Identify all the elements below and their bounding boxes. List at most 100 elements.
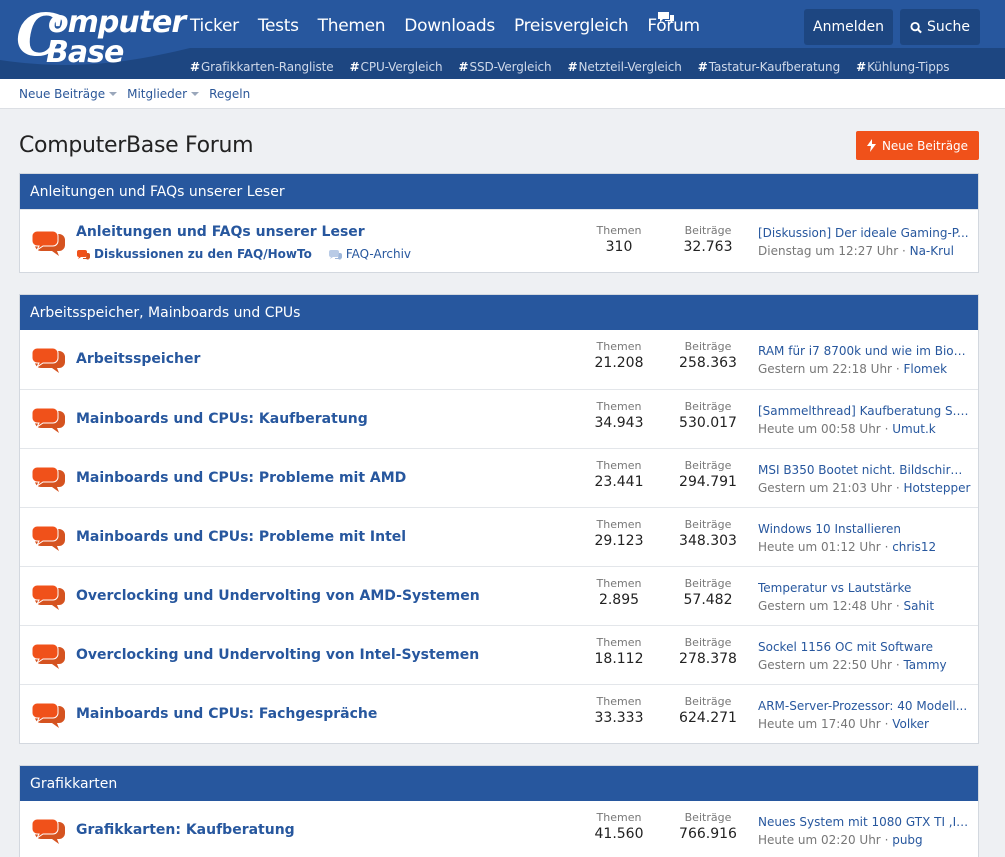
latest-thread-link[interactable]: [Diskussion] Der ideale Gaming-P... bbox=[758, 226, 970, 240]
forum-title[interactable]: Arbeitsspeicher bbox=[76, 351, 200, 367]
latest-post: RAM für i7 8700k und wie im Bios ... Ges… bbox=[758, 344, 970, 376]
stat-themen: Themen 33.333 bbox=[594, 695, 644, 726]
tag-grafikkarten-rangliste[interactable]: #Grafikkarten-Rangliste bbox=[190, 60, 334, 74]
latest-time[interactable]: Gestern um 12:48 Uhr bbox=[758, 599, 892, 613]
subforum-bubble-icon bbox=[77, 249, 90, 260]
latest-user-link[interactable]: Sahit bbox=[903, 599, 934, 613]
main-nav: Ticker Tests Themen Downloads Preisvergl… bbox=[190, 16, 700, 36]
nav-tests[interactable]: Tests bbox=[258, 16, 299, 36]
forum-bubbles-icon bbox=[31, 407, 65, 433]
nav-preisvergleich[interactable]: Preisvergleich bbox=[514, 16, 629, 36]
forum-title[interactable]: Overclocking und Undervolting von AMD-Sy… bbox=[76, 588, 480, 604]
latest-post: [Diskussion] Der ideale Gaming-P... Dien… bbox=[758, 226, 970, 258]
computerbase-logo[interactable]: C omputer Base bbox=[16, 1, 186, 75]
subforum-link[interactable]: Diskussionen zu den FAQ/HowTo bbox=[76, 247, 312, 261]
latest-time[interactable]: Heute um 01:12 Uhr bbox=[758, 540, 881, 554]
title-bar: ComputerBase Forum Neue Beiträge bbox=[0, 109, 1005, 173]
stat-beitraege: Beiträge 530.017 bbox=[679, 400, 737, 431]
latest-user-link[interactable]: Hotstepper bbox=[903, 481, 970, 495]
latest-time[interactable]: Gestern um 22:18 Uhr bbox=[758, 362, 892, 376]
tag-kuehlung-tipps[interactable]: #Kühlung-Tipps bbox=[856, 60, 949, 74]
forum-bubbles-icon bbox=[31, 525, 65, 551]
new-posts-button[interactable]: Neue Beiträge bbox=[856, 131, 979, 160]
subforum-list: Diskussionen zu den FAQ/HowTo FAQ-Archiv bbox=[76, 247, 411, 261]
subnav-members[interactable]: Mitglieder bbox=[127, 87, 200, 101]
forum-title[interactable]: Grafikkarten: Kaufberatung bbox=[76, 822, 295, 838]
forum-node: Overclocking und Undervolting von AMD-Sy… bbox=[20, 566, 978, 625]
latest-user-link[interactable]: chris12 bbox=[892, 540, 936, 554]
latest-thread-link[interactable]: RAM für i7 8700k und wie im Bios ... bbox=[758, 344, 970, 358]
category-block: Arbeitsspeicher, Mainboards und CPUs Arb… bbox=[19, 294, 979, 744]
stat-themen: Themen 23.441 bbox=[594, 459, 644, 490]
latest-post: Temperatur vs Lautstärke Gestern um 12:4… bbox=[758, 581, 970, 613]
nav-ticker[interactable]: Ticker bbox=[190, 16, 239, 36]
latest-time[interactable]: Heute um 17:40 Uhr bbox=[758, 717, 881, 731]
forum-bubbles-icon bbox=[31, 584, 65, 610]
forum-title[interactable]: Mainboards und CPUs: Fachgespräche bbox=[76, 706, 377, 722]
stat-themen: Themen 310 bbox=[596, 224, 642, 255]
latest-thread-link[interactable]: Temperatur vs Lautstärke bbox=[758, 581, 970, 595]
search-button[interactable]: Suche bbox=[900, 9, 980, 45]
stat-themen: Themen 18.112 bbox=[594, 636, 644, 667]
tag-cpu-vergleich[interactable]: #CPU-Vergleich bbox=[350, 60, 443, 74]
latest-user-link[interactable]: Tammy bbox=[903, 658, 946, 672]
forum-node: Grafikkarten: Kaufberatung Themen 41.560… bbox=[20, 801, 978, 857]
subforum-link[interactable]: FAQ-Archiv bbox=[328, 247, 411, 261]
site-header: C omputer Base Ticker Tests Themen Downl… bbox=[0, 0, 1005, 79]
stat-themen: Themen 29.123 bbox=[594, 518, 644, 549]
latest-post: Sockel 1156 OC mit Software Gestern um 2… bbox=[758, 640, 970, 672]
latest-time[interactable]: Heute um 00:58 Uhr bbox=[758, 422, 881, 436]
latest-thread-link[interactable]: ARM-Server-Prozessor: 40 Modell... bbox=[758, 699, 970, 713]
forum-title[interactable]: Mainboards und CPUs: Probleme mit AMD bbox=[76, 470, 406, 486]
category-block: Grafikkarten Grafikkarten: Kaufberatung … bbox=[19, 765, 979, 857]
nav-themen[interactable]: Themen bbox=[318, 16, 386, 36]
latest-user-link[interactable]: Umut.k bbox=[892, 422, 936, 436]
stat-themen: Themen 34.943 bbox=[594, 400, 644, 431]
latest-post: ARM-Server-Prozessor: 40 Modell... Heute… bbox=[758, 699, 970, 731]
forum-bubbles-icon bbox=[31, 643, 65, 669]
stat-beitraege: Beiträge 348.303 bbox=[679, 518, 737, 549]
tag-netzteil-vergleich[interactable]: #Netzteil-Vergleich bbox=[568, 60, 682, 74]
forum-bubbles-icon bbox=[31, 818, 65, 844]
forum-node: Arbeitsspeicher Themen 21.208 Beiträge 2… bbox=[20, 330, 978, 389]
stat-beitraege: Beiträge 278.378 bbox=[679, 636, 737, 667]
latest-time[interactable]: Gestern um 21:03 Uhr bbox=[758, 481, 892, 495]
latest-time[interactable]: Heute um 02:20 Uhr bbox=[758, 833, 881, 847]
forum-title[interactable]: Mainboards und CPUs: Probleme mit Intel bbox=[76, 529, 406, 545]
forum-title[interactable]: Overclocking und Undervolting von Intel-… bbox=[76, 647, 479, 663]
tag-tastatur-kaufberatung[interactable]: #Tastatur-Kaufberatung bbox=[698, 60, 840, 74]
latest-user-link[interactable]: pubg bbox=[892, 833, 922, 847]
forum-node: Mainboards und CPUs: Kaufberatung Themen… bbox=[20, 389, 978, 448]
tag-ssd-vergleich[interactable]: #SSD-Vergleich bbox=[459, 60, 552, 74]
latest-user-link[interactable]: Flomek bbox=[903, 362, 947, 376]
subnav-rules[interactable]: Regeln bbox=[209, 87, 250, 101]
latest-post: MSI B350 Bootet nicht. Bildschirm ... Ge… bbox=[758, 463, 971, 495]
latest-thread-link[interactable]: Windows 10 Installieren bbox=[758, 522, 970, 536]
subnav-new-posts[interactable]: Neue Beiträge bbox=[19, 87, 118, 101]
forum-bubbles-icon bbox=[31, 702, 65, 728]
stat-beitraege: Beiträge 32.763 bbox=[683, 224, 733, 255]
category-heading[interactable]: Anleitungen und FAQs unserer Leser bbox=[20, 174, 978, 209]
latest-user-link[interactable]: Volker bbox=[892, 717, 929, 731]
forum-title[interactable]: Anleitungen und FAQs unserer Leser bbox=[76, 224, 365, 240]
latest-thread-link[interactable]: Neues System mit 1080 GTX TI ,In... bbox=[758, 815, 970, 829]
category-block: Anleitungen und FAQs unserer Leser Anlei… bbox=[19, 173, 979, 273]
stat-beitraege: Beiträge 766.916 bbox=[679, 811, 737, 842]
latest-thread-link[interactable]: Sockel 1156 OC mit Software bbox=[758, 640, 970, 654]
forum-title[interactable]: Mainboards und CPUs: Kaufberatung bbox=[76, 411, 368, 427]
forum-node: Mainboards und CPUs: Fachgespräche Theme… bbox=[20, 684, 978, 743]
latest-thread-link[interactable]: MSI B350 Bootet nicht. Bildschirm ... bbox=[758, 463, 970, 477]
latest-time[interactable]: Dienstag um 12:27 Uhr bbox=[758, 244, 898, 258]
category-heading[interactable]: Grafikkarten bbox=[20, 766, 978, 801]
lightning-icon bbox=[866, 139, 876, 152]
forum-bubbles-icon bbox=[31, 347, 65, 373]
latest-user-link[interactable]: Na-Krul bbox=[910, 244, 954, 258]
latest-thread-link[interactable]: [Sammelthread] Kaufberatung S. 1... bbox=[758, 404, 970, 418]
forum-bubbles-icon bbox=[31, 466, 65, 492]
latest-time[interactable]: Gestern um 22:50 Uhr bbox=[758, 658, 892, 672]
stat-themen: Themen 21.208 bbox=[594, 340, 644, 371]
category-heading[interactable]: Arbeitsspeicher, Mainboards und CPUs bbox=[20, 295, 978, 330]
login-button[interactable]: Anmelden bbox=[804, 9, 893, 45]
nav-downloads[interactable]: Downloads bbox=[404, 16, 495, 36]
chevron-down-icon bbox=[109, 91, 118, 96]
